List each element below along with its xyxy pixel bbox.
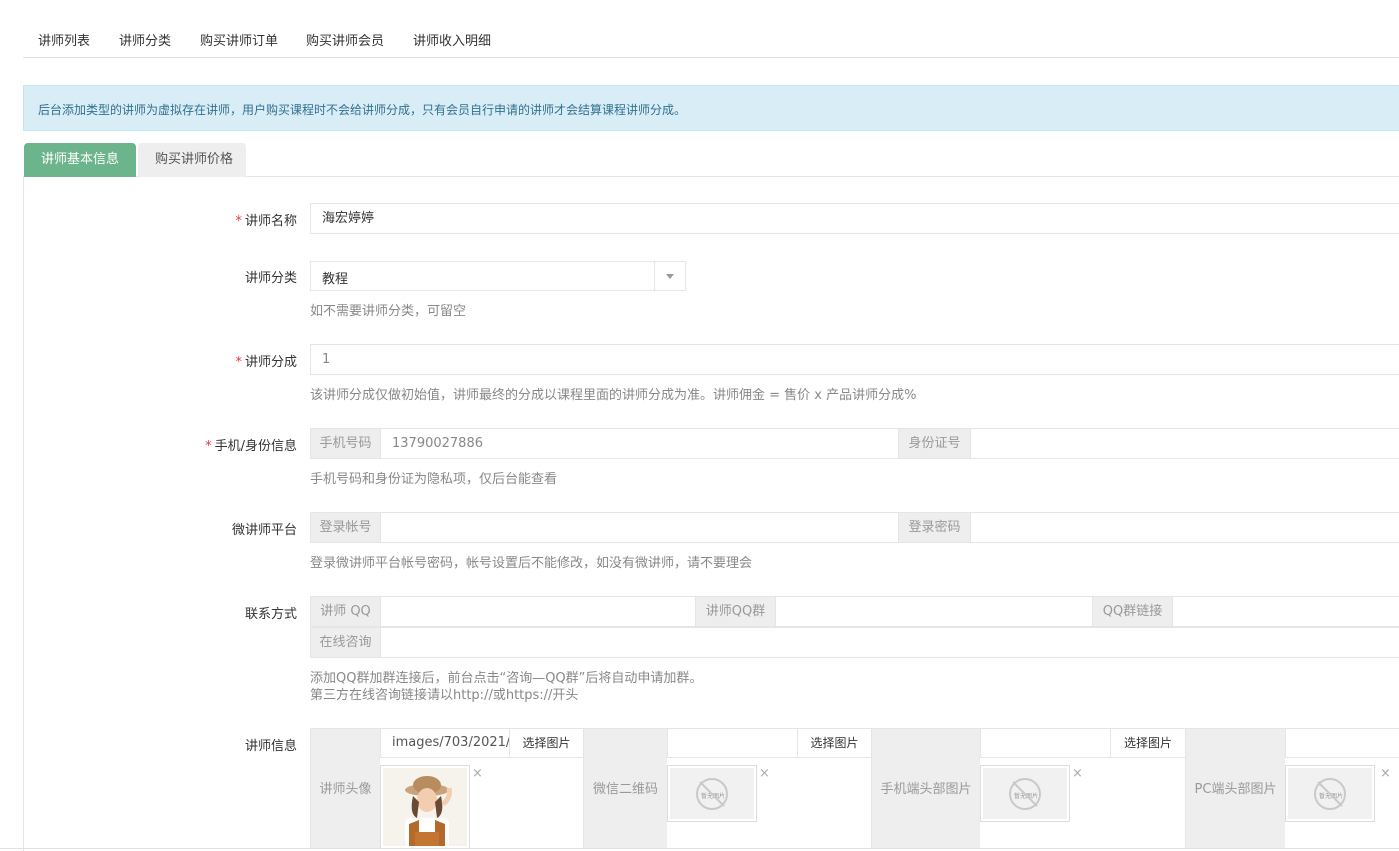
required-mark: * bbox=[235, 355, 242, 370]
no-image-icon: 暂无图片 bbox=[1009, 777, 1041, 810]
phone-addon: 手机号码 bbox=[310, 428, 381, 459]
wechat-qr-path-input[interactable] bbox=[667, 728, 798, 758]
required-mark: * bbox=[205, 439, 212, 454]
chevron-down-icon bbox=[654, 262, 685, 290]
qq-group-link-addon: QQ群链接 bbox=[1092, 596, 1173, 627]
close-icon[interactable]: × bbox=[759, 766, 770, 781]
commission-label: * 讲师分成 bbox=[235, 355, 297, 370]
commission-input[interactable]: 1 bbox=[310, 344, 1399, 375]
wechat-qr-thumbnail: 暂无图片 bbox=[667, 765, 757, 822]
nav-teacher-income[interactable]: 讲师收入明细 bbox=[413, 30, 491, 49]
top-nav: 讲师列表 讲师分类 购买讲师订单 购买讲师会员 讲师收入明细 bbox=[23, 22, 1399, 58]
mobile-head-path-input[interactable] bbox=[980, 728, 1111, 758]
pc-head-cell: 暂无图片 × bbox=[1285, 728, 1399, 849]
online-consult-addon: 在线咨询 bbox=[310, 627, 381, 658]
category-hint: 如不需要讲师分类，可留空 bbox=[310, 304, 467, 319]
tab-basic-info[interactable]: 讲师基本信息 bbox=[24, 143, 136, 177]
platform-hint: 登录微讲师平台帐号密码，帐号设置后不能修改，如没有微讲师，请不要理会 bbox=[310, 556, 753, 571]
pc-head-addon: PC端头部图片 bbox=[1185, 728, 1286, 849]
avatar-cell: images/703/2021/ 选择图片 × bbox=[380, 728, 584, 849]
nav-teacher-list[interactable]: 讲师列表 bbox=[38, 30, 90, 49]
qq-group-addon: 讲师QQ群 bbox=[695, 596, 776, 627]
mobile-head-thumbnail: 暂无图片 bbox=[980, 765, 1070, 822]
tab-bar: 讲师基本信息 购买讲师价格 bbox=[23, 143, 1399, 177]
wechat-qr-addon: 微信二维码 bbox=[583, 728, 668, 849]
avatar-path-input[interactable]: images/703/2021/ bbox=[380, 728, 510, 758]
platform-label: 微讲师平台 bbox=[231, 523, 297, 538]
mobile-head-cell: 选择图片 暂无图片 × bbox=[980, 728, 1186, 849]
avatar-image bbox=[383, 768, 467, 846]
account-input[interactable] bbox=[380, 512, 899, 543]
teacher-name-input[interactable]: 海宏婷婷 bbox=[310, 203, 1399, 234]
info-label: 讲师信息 bbox=[244, 739, 297, 754]
mobile-head-addon: 手机端头部图片 bbox=[871, 728, 981, 849]
avatar-addon: 讲师头像 bbox=[310, 728, 381, 849]
pc-head-path-input[interactable] bbox=[1285, 728, 1399, 758]
qq-input[interactable] bbox=[380, 596, 696, 627]
id-number-input[interactable] bbox=[970, 428, 1399, 459]
no-image-icon: 暂无图片 bbox=[696, 777, 728, 810]
online-consult-input[interactable] bbox=[380, 627, 1399, 658]
close-icon[interactable]: × bbox=[1072, 766, 1083, 781]
phone-input[interactable]: 13790027886 bbox=[380, 428, 899, 459]
password-addon: 登录密码 bbox=[898, 512, 971, 543]
commission-hint: 该讲师分成仅做初始值，讲师最终的分成以课程里面的讲师分成为准。讲师佣金 = 售价… bbox=[310, 388, 917, 403]
id-number-addon: 身份证号 bbox=[898, 428, 971, 459]
identity-hint: 手机号码和身份证为隐私项，仅后台能查看 bbox=[310, 472, 558, 487]
nav-teacher-category[interactable]: 讲师分类 bbox=[119, 30, 171, 49]
avatar-choose-button[interactable]: 选择图片 bbox=[509, 728, 584, 758]
category-select[interactable]: 教程 bbox=[310, 261, 686, 291]
tab-purchase-price[interactable]: 购买讲师价格 bbox=[138, 143, 246, 177]
name-label: * 讲师名称 bbox=[235, 214, 297, 229]
mobile-head-choose-button[interactable]: 选择图片 bbox=[1110, 728, 1186, 758]
category-label: 讲师分类 bbox=[244, 271, 297, 286]
contact-hint-2: 第三方在线咨询链接请以http://或https://开头 bbox=[310, 688, 579, 703]
qq-addon: 讲师 QQ bbox=[310, 596, 381, 627]
account-addon: 登录帐号 bbox=[310, 512, 381, 543]
wechat-qr-cell: 选择图片 暂无图片 × bbox=[667, 728, 872, 849]
wechat-qr-choose-button[interactable]: 选择图片 bbox=[797, 728, 872, 758]
close-icon[interactable]: × bbox=[472, 766, 483, 781]
page-bottom-divider bbox=[0, 848, 1399, 849]
identity-label: * 手机/身份信息 bbox=[205, 439, 297, 454]
password-input[interactable] bbox=[970, 512, 1399, 543]
no-image-icon: 暂无图片 bbox=[1314, 777, 1346, 810]
qq-group-link-input[interactable] bbox=[1172, 596, 1399, 627]
pc-head-thumbnail: 暂无图片 bbox=[1285, 765, 1375, 822]
category-selected-value: 教程 bbox=[322, 272, 349, 287]
nav-teacher-orders[interactable]: 购买讲师订单 bbox=[200, 30, 278, 49]
close-icon[interactable]: × bbox=[1380, 766, 1391, 781]
nav-teacher-members[interactable]: 购买讲师会员 bbox=[306, 30, 384, 49]
qq-group-input[interactable] bbox=[775, 596, 1093, 627]
contact-label: 联系方式 bbox=[244, 607, 297, 622]
avatar-thumbnail bbox=[380, 765, 470, 849]
info-alert: 后台添加类型的讲师为虚拟存在讲师，用户购买课程时不会给讲师分成，只有会员自行申请… bbox=[23, 85, 1399, 131]
required-mark: * bbox=[235, 214, 242, 229]
